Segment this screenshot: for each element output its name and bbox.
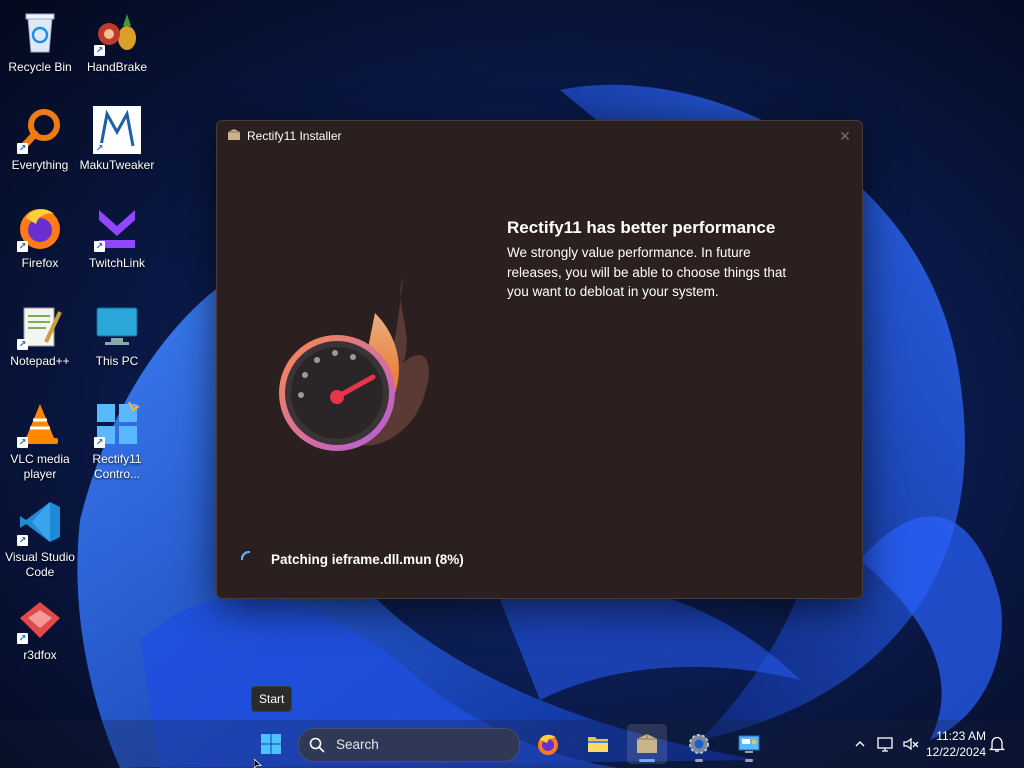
desktop-icon-label: HandBrake: [86, 60, 148, 74]
control-panel-icon: [738, 735, 760, 753]
desktop-icon-label: Notepad++: [10, 354, 70, 368]
taskbar: Search 11:23 AM 12/22/2024: [0, 720, 1024, 768]
installer-window[interactable]: Rectify11 Installer ✕ Rectify11 has bett…: [216, 120, 863, 599]
desktop-icon-label: Recycle Bin: [8, 60, 72, 74]
notification-bell-icon[interactable]: [989, 735, 1005, 753]
shortcut-arrow-icon: ↗: [17, 339, 28, 350]
desktop-icon-label: Firefox: [21, 256, 59, 270]
title-bar[interactable]: Rectify11 Installer ✕: [217, 121, 862, 151]
vlc-icon: ↗: [16, 400, 64, 448]
windows-start-icon: [261, 734, 281, 754]
desktop-icon-this-pc[interactable]: This PC: [77, 302, 157, 369]
handbrake-icon: ↗: [93, 8, 141, 56]
system-clock[interactable]: 11:23 AM 12/22/2024: [926, 728, 986, 760]
active-indicator: [639, 759, 655, 762]
gear-icon: [689, 734, 709, 754]
shortcut-arrow-icon: ↗: [17, 437, 28, 448]
taskbar-control-panel[interactable]: [729, 724, 769, 764]
page-headline: Rectify11 has better performance: [507, 218, 776, 237]
firefox-icon: [538, 734, 558, 755]
start-tooltip: Start: [251, 686, 293, 712]
taskbar-file-explorer[interactable]: [578, 724, 618, 764]
installer-box-icon: [637, 734, 657, 753]
taskbar-settings[interactable]: [679, 724, 719, 764]
desktop-icon-twitchlink[interactable]: ↗ TwitchLink: [77, 204, 157, 271]
chevron-up-icon[interactable]: [852, 736, 868, 752]
installer-box-icon: [228, 129, 240, 140]
desktop-icon-label: VLC media player: [10, 452, 70, 481]
running-indicator: [695, 759, 703, 762]
desktop-icon-everything[interactable]: ↗ Everything: [0, 106, 80, 173]
desktop-icon-label: Everything: [11, 158, 69, 172]
twitchlink-icon: ↗: [93, 204, 141, 252]
network-icon[interactable]: [876, 735, 894, 753]
this-pc-icon: [93, 302, 141, 350]
desktop-icon-label: Rectify11 Contro...: [92, 452, 142, 481]
r3dfox-icon: ↗: [16, 596, 64, 644]
loading-spinner-icon: [241, 551, 251, 561]
search-placeholder: Search: [336, 737, 379, 752]
everything-icon: ↗: [16, 106, 64, 154]
shortcut-arrow-icon: ↗: [17, 633, 28, 644]
notepadpp-icon: ↗: [16, 302, 64, 350]
desktop-icon-label: This PC: [95, 354, 139, 368]
shortcut-arrow-icon: ↗: [94, 143, 105, 154]
shortcut-arrow-icon: ↗: [17, 241, 28, 252]
recycle-bin-icon: [16, 8, 64, 56]
rectify11-control-icon: ↗: [93, 400, 141, 448]
volume-muted-icon[interactable]: [902, 735, 920, 753]
window-title: Rectify11 Installer: [247, 129, 342, 143]
desktop-icon-vlc[interactable]: ↗ VLC media player: [0, 400, 80, 482]
taskbar-search[interactable]: Search: [298, 728, 520, 762]
vscode-icon: ↗: [16, 498, 64, 546]
folder-icon: [588, 737, 608, 752]
desktop-icon-r3dfox[interactable]: ↗ r3dfox: [0, 596, 80, 663]
shortcut-arrow-icon: ↗: [17, 535, 28, 546]
shortcut-arrow-icon: ↗: [94, 241, 105, 252]
desktop-icon-label: r3dfox: [23, 648, 57, 662]
taskbar-firefox[interactable]: [528, 724, 568, 764]
clock-time: 11:23 AM: [936, 729, 986, 743]
search-icon: [309, 737, 325, 753]
desktop-icon-handbrake[interactable]: ↗ HandBrake: [77, 8, 157, 75]
close-button[interactable]: ✕: [836, 127, 854, 145]
start-button[interactable]: [251, 724, 291, 764]
taskbar-rectify11-installer[interactable]: [627, 724, 667, 764]
desktop-icon-recycle-bin[interactable]: Recycle Bin: [0, 8, 80, 75]
firefox-icon: ↗: [16, 204, 64, 252]
running-indicator: [745, 759, 753, 762]
desktop-icon-label: TwitchLink: [88, 256, 146, 270]
desktop-icon-label: Visual Studio Code: [5, 550, 75, 579]
shortcut-arrow-icon: ↗: [17, 143, 28, 154]
desktop-icon-makutweaker[interactable]: ↗ MakuTweaker: [77, 106, 157, 173]
desktop-icon-label: MakuTweaker: [79, 158, 155, 172]
close-icon: ✕: [839, 128, 851, 144]
mouse-cursor-icon: [254, 759, 263, 768]
desktop-icon-vscode[interactable]: ↗ Visual Studio Code: [0, 498, 80, 580]
desktop-icon-rectify11-control[interactable]: ↗ Rectify11 Contro...: [77, 400, 157, 482]
shortcut-arrow-icon: ↗: [94, 45, 105, 56]
desktop-icon-firefox[interactable]: ↗ Firefox: [0, 204, 80, 271]
progress-status: Patching ieframe.dll.mun (8%): [271, 552, 464, 567]
speedometer-fire-icon: [279, 277, 429, 451]
desktop-icon-notepadpp[interactable]: ↗ Notepad++: [0, 302, 80, 369]
clock-date: 12/22/2024: [926, 745, 987, 759]
shortcut-arrow-icon: ↗: [94, 437, 105, 448]
makutweaker-icon: ↗: [93, 106, 141, 154]
page-description: We strongly value performance. In future…: [507, 245, 787, 299]
